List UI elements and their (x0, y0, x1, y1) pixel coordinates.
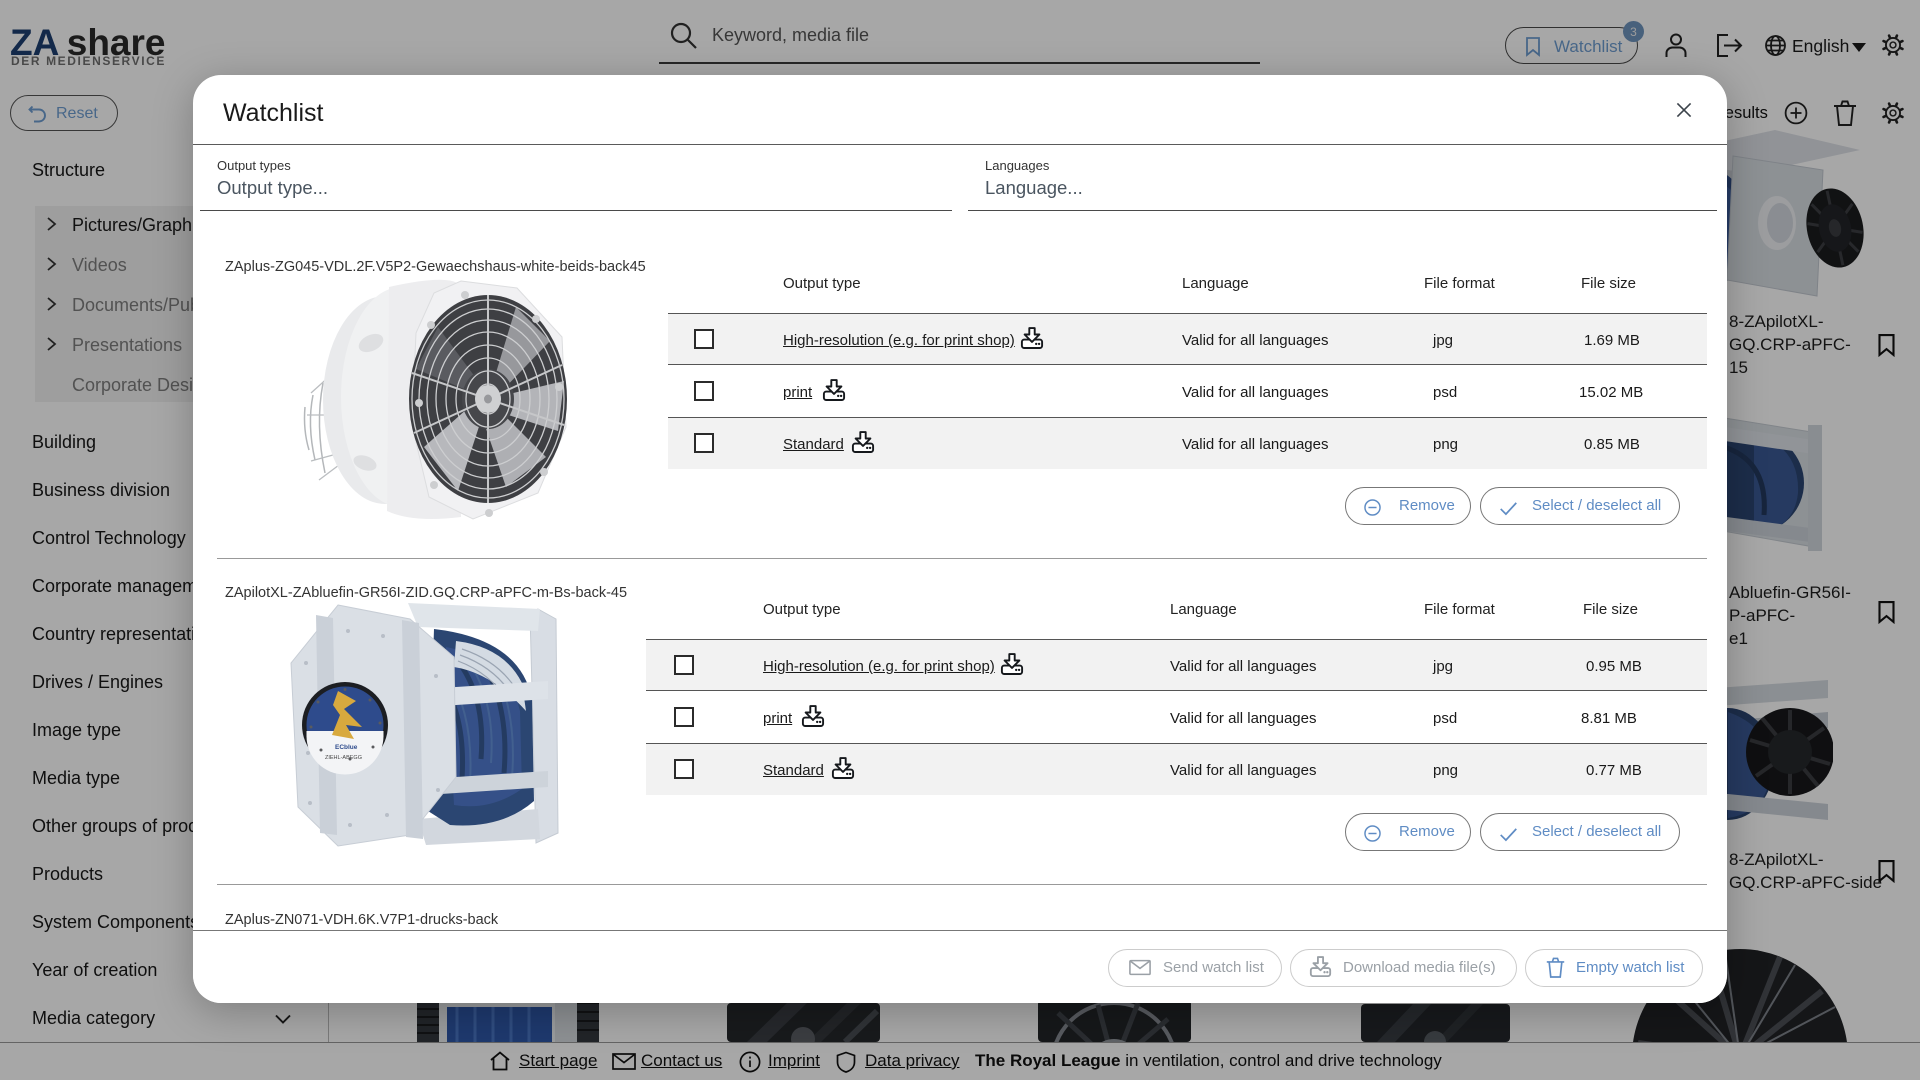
svg-text:ECblue: ECblue (335, 744, 358, 751)
svg-text:ZIEHL-ABEGG: ZIEHL-ABEGG (325, 755, 362, 761)
